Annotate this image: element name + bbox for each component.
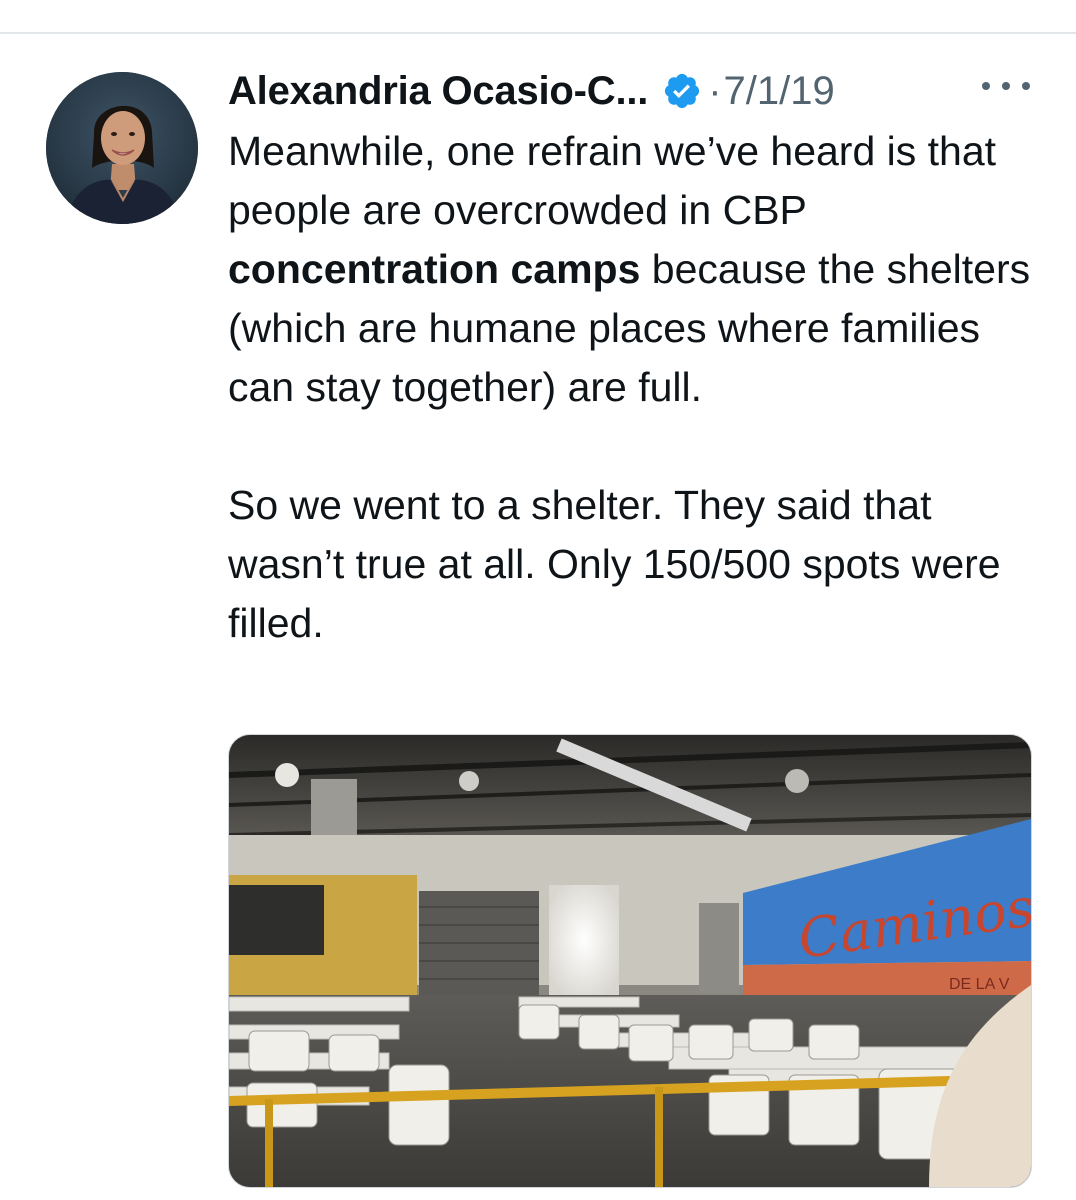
tweet-bold-phrase: concentration camps [228,246,641,292]
tweet-paragraph-2: So we went to a shelter. They said that … [228,482,1001,646]
top-divider [0,0,1076,34]
tweet-date[interactable]: 7/1/19 [724,69,835,114]
tweet-paragraph-1: Meanwhile, one refrain we’ve heard is th… [228,128,1031,410]
verified-badge-icon [662,71,702,111]
tweet-header: Alexandria Ocasio-C... · 7/1/19 [228,64,835,118]
more-options-icon[interactable] [982,72,1030,100]
mural-subtext: DE LA V [949,976,1010,993]
author-name[interactable]: Alexandria Ocasio-C... [228,69,648,114]
tweet-card[interactable]: Alexandria Ocasio-C... · 7/1/19 Meanwhil… [0,34,1076,1200]
tweet-photo[interactable]: Caminos DE LA V [228,734,1032,1188]
avatar[interactable] [46,72,198,224]
header-separator: · [708,68,722,113]
tweet-text: Meanwhile, one refrain we’ve heard is th… [228,122,1038,653]
